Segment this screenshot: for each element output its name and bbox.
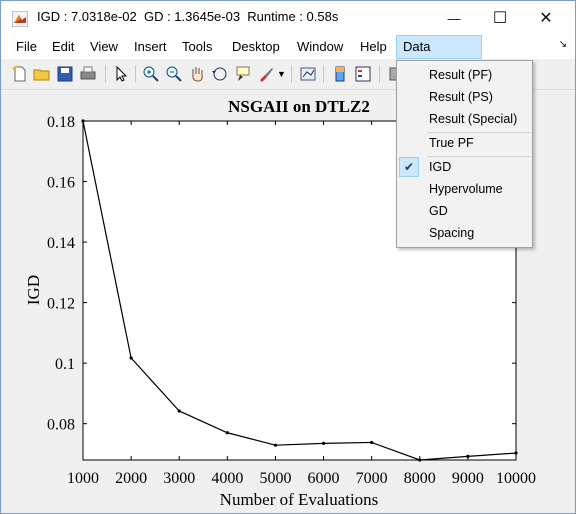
close-icon: ✕ bbox=[539, 10, 553, 27]
x-tick-label: 4000 bbox=[211, 470, 243, 487]
legend-icon[interactable] bbox=[354, 65, 372, 83]
brush-icon[interactable] bbox=[257, 65, 275, 83]
y-tick-label: 0.08 bbox=[47, 417, 75, 434]
data-point bbox=[418, 458, 422, 462]
x-tick-label: 2000 bbox=[115, 470, 147, 487]
menu-option-igd[interactable]: ✔ IGD bbox=[397, 156, 532, 178]
toolbar-separator bbox=[291, 65, 292, 83]
data-point bbox=[225, 431, 229, 435]
menu-data-source[interactable]: Data Source bbox=[396, 35, 482, 76]
x-tick-label: 3000 bbox=[163, 470, 195, 487]
dropdown-arrow-icon[interactable]: ▼ bbox=[277, 65, 287, 83]
toolbar-separator bbox=[379, 65, 380, 83]
title-bar[interactable]: IGD : 7.0318e-02 GD : 1.3645e-03 Runtime… bbox=[1, 1, 575, 35]
data-point bbox=[514, 451, 518, 455]
data-point bbox=[466, 454, 470, 458]
y-tick-label: 0.1 bbox=[55, 356, 75, 373]
data-point bbox=[370, 440, 374, 445]
y-axis-label: IGD bbox=[24, 275, 43, 305]
close-button[interactable]: ✕ bbox=[523, 1, 569, 35]
menu-option-result-pf[interactable]: Result (PF) bbox=[397, 64, 532, 86]
data-cursor-icon[interactable] bbox=[234, 65, 252, 83]
menu-option-hypervolume[interactable]: Hypervolume bbox=[397, 178, 532, 200]
menu-window[interactable]: Window bbox=[291, 35, 349, 59]
menubar-expand-icon[interactable]: ↘ bbox=[559, 39, 567, 50]
pointer-icon[interactable] bbox=[112, 65, 130, 83]
rotate-icon[interactable] bbox=[211, 65, 229, 83]
matlab-icon bbox=[12, 11, 28, 27]
menu-option-result-ps[interactable]: Result (PS) bbox=[397, 86, 532, 108]
x-tick-label: 6000 bbox=[308, 470, 340, 487]
menu-option-gd[interactable]: GD bbox=[397, 200, 532, 222]
figure-window: IGD : 7.0318e-02 GD : 1.3645e-03 Runtime… bbox=[0, 0, 576, 514]
zoom-out-icon[interactable] bbox=[165, 65, 183, 83]
save-icon[interactable] bbox=[56, 65, 74, 83]
menu-edit[interactable]: Edit bbox=[46, 35, 80, 59]
print-icon[interactable] bbox=[79, 65, 97, 83]
data-point bbox=[177, 409, 181, 413]
y-tick-label: 0.14 bbox=[47, 235, 75, 252]
x-tick-label: 8000 bbox=[404, 470, 436, 487]
minimize-icon: — bbox=[447, 10, 461, 26]
maximize-button[interactable]: ☐ bbox=[477, 1, 523, 35]
checkmark-icon: ✔ bbox=[399, 157, 419, 177]
data-source-menu: Result (PF) Result (PS) Result (Special)… bbox=[396, 60, 533, 248]
menu-option-true-pf[interactable]: True PF bbox=[397, 132, 532, 154]
zoom-in-icon[interactable] bbox=[142, 65, 160, 83]
y-tick-label: 0.16 bbox=[47, 175, 75, 192]
minimize-button[interactable]: — bbox=[431, 1, 477, 35]
menu-view[interactable]: View bbox=[84, 35, 124, 59]
window-title: IGD : 7.0318e-02 GD : 1.3645e-03 Runtime… bbox=[37, 9, 339, 24]
y-tick-label: 0.18 bbox=[47, 114, 75, 131]
menu-insert[interactable]: Insert bbox=[128, 35, 173, 59]
toolbar-separator bbox=[323, 65, 324, 83]
open-file-icon[interactable] bbox=[33, 65, 51, 83]
x-tick-label: 9000 bbox=[452, 470, 484, 487]
maximize-icon: ☐ bbox=[492, 10, 508, 27]
menu-option-result-special[interactable]: Result (Special) bbox=[397, 108, 532, 130]
menu-tools[interactable]: Tools bbox=[176, 35, 218, 59]
menu-help[interactable]: Help bbox=[354, 35, 393, 59]
data-point bbox=[273, 443, 278, 447]
data-point bbox=[81, 119, 85, 123]
colorbar-icon[interactable] bbox=[331, 65, 349, 83]
chart-title: NSGAII on DTLZ2 bbox=[228, 97, 370, 116]
menu-desktop[interactable]: Desktop bbox=[226, 35, 286, 59]
toolbar-separator bbox=[135, 65, 136, 83]
x-axis-label: Number of Evaluations bbox=[220, 490, 379, 509]
menu-bar: File Edit View Insert Tools Desktop Wind… bbox=[1, 35, 575, 76]
y-tick-label: 0.12 bbox=[47, 296, 75, 313]
menu-option-spacing[interactable]: Spacing bbox=[397, 222, 532, 244]
x-tick-label: 1000 bbox=[67, 470, 99, 487]
new-figure-icon[interactable] bbox=[11, 65, 29, 83]
x-tick-label: 7000 bbox=[356, 470, 388, 487]
data-point bbox=[321, 441, 326, 445]
x-tick-label: 10000 bbox=[496, 470, 536, 487]
data-point bbox=[129, 356, 133, 360]
toolbar-separator bbox=[105, 65, 106, 83]
menu-file[interactable]: File bbox=[10, 35, 43, 59]
pan-icon[interactable] bbox=[188, 65, 206, 83]
x-tick-label: 5000 bbox=[259, 470, 291, 487]
link-plot-icon[interactable] bbox=[299, 65, 317, 83]
